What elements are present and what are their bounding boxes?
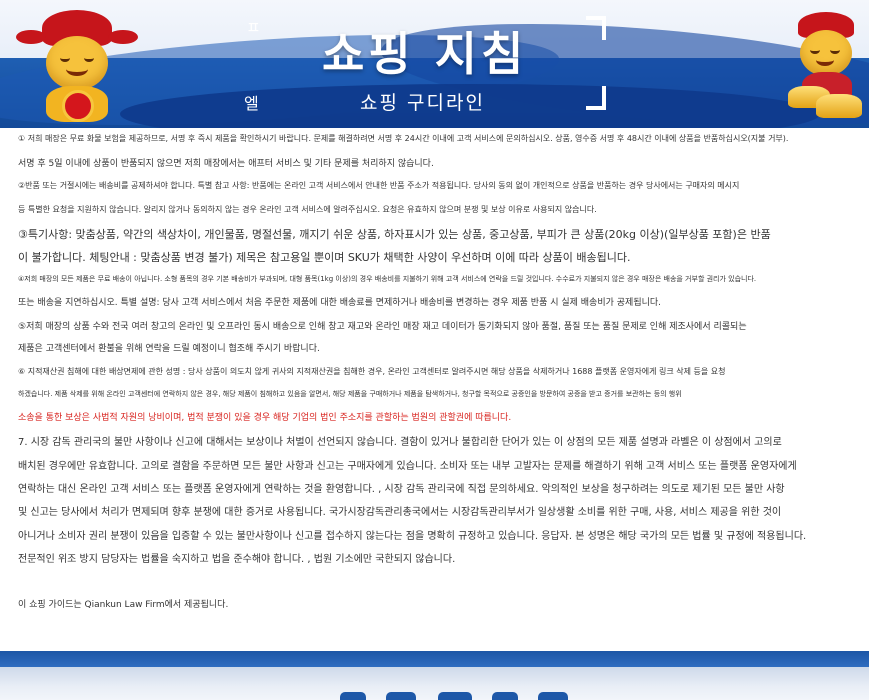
guideline-line: 배치된 경우에만 유효합니다. 고의로 결함을 주문하면 모든 불만 사항과 신… (18, 461, 797, 472)
corner-bracket (586, 16, 606, 40)
guideline-line: ⑤저희 매장의 상품 수와 전국 여러 창고의 온라인 및 오프라인 동시 배송… (18, 322, 747, 332)
corner-bracket (586, 86, 606, 110)
guideline-line: 서명 후 5일 이내에 상품이 반품되지 않으면 저희 매장에서는 애프터 서비… (18, 159, 434, 169)
fortune-god-mascot-icon (12, 10, 140, 122)
guideline-line: 7. 시장 감독 관리국의 불만 사항이나 신고에 대해서는 보상이나 처벌이 … (18, 437, 782, 448)
guideline-line: 이 불가합니다. 체팅안내 : 맞춤상품 변경 불가) 제목은 참고용일 뿐이며… (18, 251, 631, 264)
page-title: 쇼핑 지침 (322, 27, 528, 81)
guideline-line: 또는 배송을 지연하십시오. 특별 설명: 당사 고객 서비스에서 처음 주문한… (18, 298, 662, 308)
guideline-line: 전문적인 위조 방지 담당자는 법률을 숙지하고 법을 준수해야 합니다. , … (18, 554, 456, 565)
next-section-title-fragment (340, 686, 600, 700)
guide-provider-note: 이 쇼핑 가이드는 Qiankun Law Firm에서 제공됩니다. (18, 600, 229, 610)
guideline-line: 연락하는 대신 온라인 고객 서비스 또는 플랫폼 운영자에게 연락하는 것을 … (18, 484, 785, 495)
guideline-line: ②반품 또는 거절시에는 배송비를 공제하셔야 합니다. 특별 참고 사항: 반… (18, 181, 740, 190)
header-glyph: ㅍ (246, 18, 261, 37)
guideline-line: ① 저희 매장은 무료 화물 보험을 제공하므로, 서명 후 즉시 제품을 확인… (18, 134, 789, 143)
fortune-god-with-gold-ingots-icon (786, 12, 866, 124)
header-banner: ㅍ 엘 쇼핑 지침 쇼핑 구디라인 (0, 0, 869, 128)
guideline-line: ③특기사항: 맞춤상품, 약간의 색상차이, 개인물품, 명절선물, 깨지기 쉬… (18, 228, 771, 241)
guideline-line: ④저희 매장의 모든 제품은 무료 배송이 아닙니다. 소형 품목의 경우 기본… (18, 275, 757, 283)
guideline-line-highlight: 소송을 통한 보상은 사법적 자원의 낭비이며, 법적 분쟁이 있을 경우 해당… (18, 413, 512, 423)
guideline-line: 제품은 고객센터에서 환불을 위해 연락을 드릴 예정이니 협조해 주시기 바랍… (18, 344, 320, 354)
guideline-line: 하겠습니다. 제품 삭제를 위해 온라인 고객센터에 연락하지 않은 경우, 해… (18, 390, 682, 398)
footer-band (0, 651, 869, 667)
header-glyph: 엘 (244, 94, 259, 113)
guideline-line: 등 특별한 요청을 지원하지 않습니다. 알리지 않거나 동의하지 않는 경우 … (18, 205, 597, 214)
page-subtitle: 쇼핑 구디라인 (360, 92, 485, 114)
guideline-line: ⑥ 지적재산권 침해에 대한 배상면제에 관한 성명 : 당사 상품이 의도치 … (18, 367, 726, 376)
guideline-line: 및 신고는 당사에서 처리가 면제되며 향후 분쟁에 대한 증거로 사용됩니다.… (18, 507, 782, 518)
guideline-line: 아니거나 소비자 권리 분쟁이 있음을 입증할 수 있는 불만사항이나 신고를 … (18, 531, 807, 542)
